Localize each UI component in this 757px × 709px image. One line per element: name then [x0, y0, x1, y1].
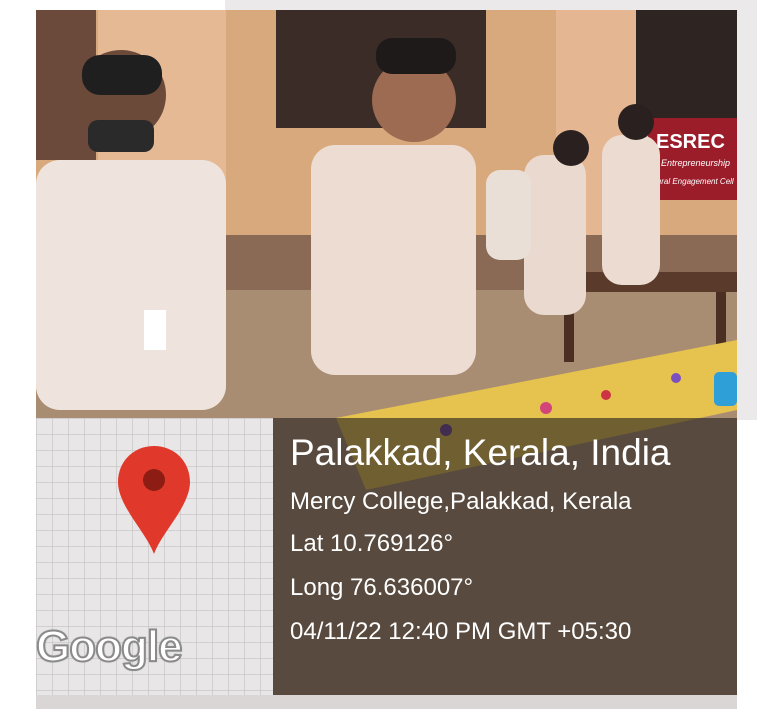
map-pin-icon	[118, 446, 190, 554]
longitude-line: Long 76.636007°	[290, 574, 474, 601]
banner-text-3: Rural Engagement Cell	[651, 177, 734, 186]
student-back-1-head	[553, 130, 589, 166]
map-thumbnail: Google	[35, 418, 273, 695]
geotag-overlay: Google Palakkad, Kerala, India Mercy Col…	[35, 418, 737, 695]
right-doorway	[636, 10, 737, 130]
student-middle-uniform	[311, 145, 476, 375]
student-back-1	[524, 155, 586, 315]
banner-text-1: ESREC	[656, 131, 725, 153]
address-line: Mercy College,Palakkad, Kerala	[290, 488, 632, 515]
right-background-panel	[737, 10, 757, 420]
student-back-2	[602, 135, 660, 285]
place-title: Palakkad, Kerala, India	[290, 432, 671, 473]
banner-text-2: Entrepreneurship	[661, 158, 730, 168]
top-background-strip	[225, 0, 757, 10]
craft-item	[671, 373, 681, 383]
id-card	[144, 310, 166, 350]
student-back-2-head	[618, 104, 654, 140]
face-mask	[88, 120, 154, 152]
location-info-panel: Palakkad, Kerala, India Mercy College,Pa…	[273, 418, 737, 695]
app-icon	[714, 372, 737, 406]
student-left-hair	[82, 55, 162, 95]
google-logo: Google	[35, 621, 184, 672]
student-back-3	[486, 170, 531, 260]
craft-item	[601, 390, 611, 400]
bottom-background-strip	[36, 695, 737, 709]
student-left-uniform	[36, 160, 226, 410]
craft-item	[540, 402, 552, 414]
datetime-line: 04/11/22 12:40 PM GMT +05:30	[290, 618, 632, 645]
latitude-line: Lat 10.769126°	[290, 530, 454, 557]
student-middle-hair	[376, 38, 456, 74]
